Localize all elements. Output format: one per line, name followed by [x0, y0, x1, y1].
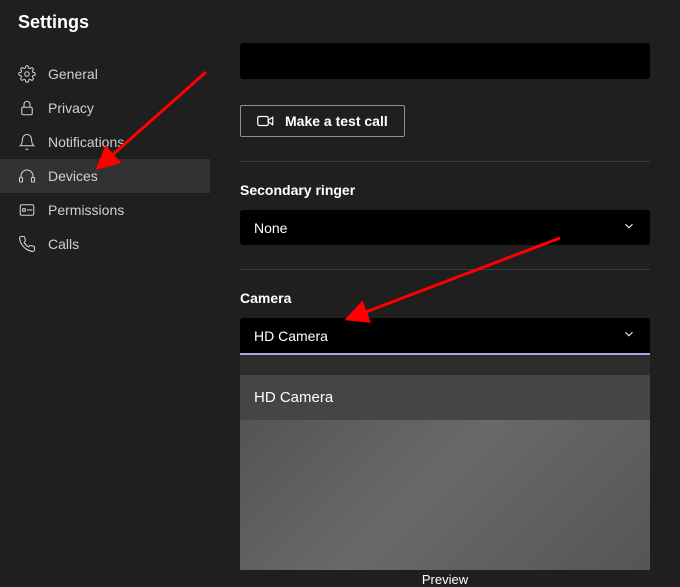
- speaker-dropdown-placeholder[interactable]: [240, 43, 650, 79]
- dropdown-panel-top: [240, 355, 650, 375]
- sidebar-item-label: Privacy: [48, 100, 94, 116]
- option-label: HD Camera: [254, 389, 333, 406]
- button-label: Make a test call: [285, 113, 388, 129]
- sidebar-item-label: Calls: [48, 236, 79, 252]
- lock-icon: [18, 99, 36, 117]
- sidebar-item-label: General: [48, 66, 98, 82]
- camera-preview: [240, 420, 650, 570]
- settings-header: Settings: [0, 0, 680, 39]
- main-content: Make a test call Secondary ringer None C…: [210, 39, 680, 587]
- dropdown-value: None: [254, 220, 287, 236]
- divider: [240, 161, 650, 162]
- bell-icon: [18, 133, 36, 151]
- gear-icon: [18, 65, 36, 83]
- sidebar: General Privacy Notifications Devices: [0, 39, 210, 587]
- sidebar-item-permissions[interactable]: Permissions: [0, 193, 210, 227]
- secondary-ringer-label: Secondary ringer: [240, 182, 650, 198]
- camera-label: Camera: [240, 290, 650, 306]
- sidebar-item-notifications[interactable]: Notifications: [0, 125, 210, 159]
- preview-label: Preview: [240, 570, 650, 587]
- sidebar-item-general[interactable]: General: [0, 57, 210, 91]
- make-test-call-button[interactable]: Make a test call: [240, 105, 405, 137]
- sidebar-item-label: Notifications: [48, 134, 124, 150]
- sidebar-item-label: Permissions: [48, 202, 124, 218]
- phone-icon: [18, 235, 36, 253]
- camera-option-hd[interactable]: HD Camera: [240, 375, 650, 420]
- video-call-icon: [257, 113, 275, 129]
- key-icon: [18, 201, 36, 219]
- chevron-down-icon: [622, 219, 636, 236]
- sidebar-item-privacy[interactable]: Privacy: [0, 91, 210, 125]
- sidebar-item-devices[interactable]: Devices: [0, 159, 210, 193]
- camera-dropdown[interactable]: HD Camera: [240, 318, 650, 355]
- page-title: Settings: [18, 12, 662, 33]
- sidebar-item-label: Devices: [48, 168, 98, 184]
- sidebar-item-calls[interactable]: Calls: [0, 227, 210, 261]
- chevron-down-icon: [622, 327, 636, 344]
- divider: [240, 269, 650, 270]
- headset-icon: [18, 167, 36, 185]
- dropdown-value: HD Camera: [254, 328, 328, 344]
- secondary-ringer-dropdown[interactable]: None: [240, 210, 650, 245]
